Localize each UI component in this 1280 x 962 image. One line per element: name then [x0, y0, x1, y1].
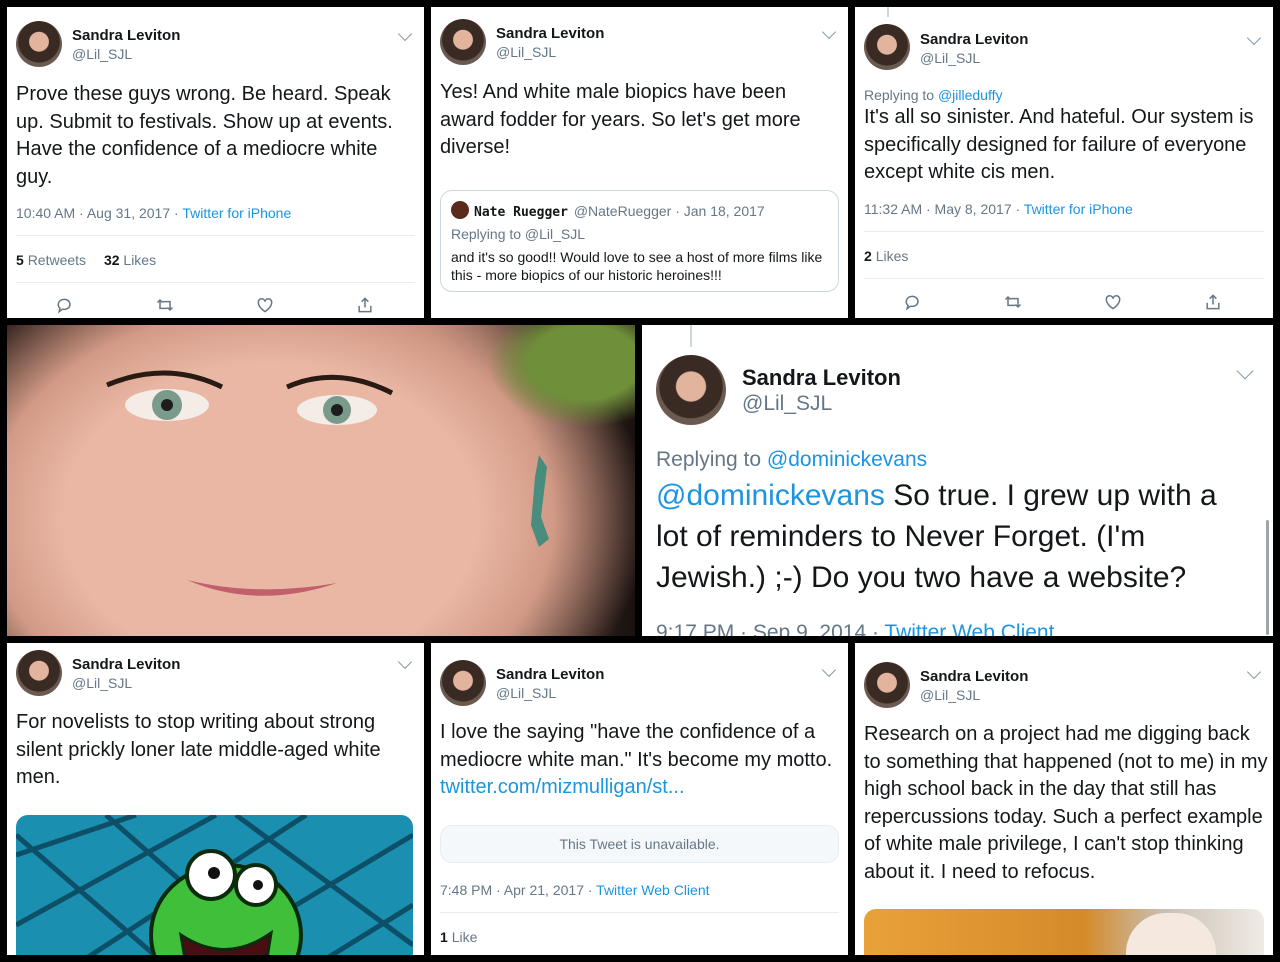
thread-line	[690, 325, 692, 347]
tweet-timestamp: 11:32 AM · May 8, 2017 · Twitter for iPh…	[864, 201, 1133, 217]
avatar[interactable]	[16, 21, 62, 67]
tweet-actions	[903, 292, 1223, 317]
author-handle[interactable]: @Lil_SJL	[742, 392, 832, 416]
divider	[864, 231, 1264, 232]
share-icon[interactable]	[355, 295, 375, 318]
divider	[16, 235, 415, 236]
thread-line	[887, 7, 889, 17]
author-name[interactable]: Sandra Leviton	[72, 656, 180, 673]
tweet-source[interactable]: Twitter for iPhone	[182, 205, 291, 221]
tweet-timestamp: 10:40 AM · Aug 31, 2017 · Twitter for iP…	[16, 205, 291, 221]
tweet-stats: 5 Retweets 32 Likes	[16, 252, 156, 268]
retweet-icon[interactable]	[155, 295, 175, 318]
retweets-count[interactable]: 5 Retweets	[16, 252, 86, 268]
divider	[440, 912, 839, 913]
share-icon[interactable]	[1203, 292, 1223, 317]
avatar[interactable]	[864, 662, 910, 708]
chevron-down-icon[interactable]	[1246, 664, 1262, 680]
divider	[864, 278, 1264, 279]
tweet-card-5: Sandra Leviton @Lil_SJL For novelists to…	[7, 643, 424, 955]
chevron-down-icon[interactable]	[1236, 362, 1254, 380]
unavailable-quote: This Tweet is unavailable.	[440, 825, 839, 863]
chevron-down-icon[interactable]	[397, 26, 413, 42]
tweet-time[interactable]: 9:17 PM · Sep 9, 2014 ·	[656, 621, 884, 636]
tweet-card-4: Sandra Leviton @Lil_SJL Replying to @dom…	[642, 325, 1273, 636]
mention-link[interactable]: @dominickevans	[656, 479, 885, 512]
avatar	[451, 201, 469, 219]
tweet-source[interactable]: Twitter Web Client	[884, 621, 1054, 636]
tweet-card-7: Sandra Leviton @Lil_SJL Research on a pr…	[855, 643, 1273, 955]
author-name[interactable]: Sandra Leviton	[920, 31, 1028, 48]
avatar[interactable]	[864, 24, 910, 70]
author-handle[interactable]: @Lil_SJL	[920, 50, 980, 66]
author-name[interactable]: Sandra Leviton	[920, 668, 1028, 685]
author-handle[interactable]: @Lil_SJL	[72, 46, 132, 62]
avatar[interactable]	[440, 19, 486, 65]
author-name[interactable]: Sandra Leviton	[72, 27, 180, 44]
cartoon-image	[16, 815, 413, 955]
chevron-down-icon[interactable]	[397, 654, 413, 670]
quoted-author-name: Nate Ruegger	[474, 205, 568, 220]
author-handle[interactable]: @Lil_SJL	[920, 687, 980, 703]
tweet-text: For novelists to stop writing about stro…	[16, 711, 381, 789]
reply-mention-link[interactable]: @jilleduffy	[938, 87, 1003, 103]
portrait-photo	[7, 325, 635, 636]
tweet-media[interactable]	[864, 909, 1264, 955]
tweet-timestamp: 7:48 PM · Apr 21, 2017 · Twitter Web Cli…	[440, 882, 710, 898]
tweet-card-6: Sandra Leviton @Lil_SJL I love the sayin…	[431, 643, 848, 955]
reply-icon[interactable]	[55, 295, 75, 318]
replying-to: Replying to @jilleduffy	[864, 87, 1003, 103]
tweet-stats: 1 Like	[440, 929, 477, 945]
chevron-down-icon[interactable]	[821, 24, 837, 40]
chevron-down-icon[interactable]	[821, 662, 837, 678]
replying-to: Replying to @dominickevans	[656, 448, 928, 471]
likes-count[interactable]: 2 Likes	[864, 248, 908, 264]
reply-icon[interactable]	[903, 292, 923, 317]
tweet-text: I love the saying "have the confidence o…	[440, 721, 833, 799]
avatar[interactable]	[16, 650, 62, 696]
tweet-text: Prove these guys wrong. Be heard. Speak …	[16, 83, 393, 188]
author-handle[interactable]: @Lil_SJL	[496, 44, 556, 60]
quoted-text: and it's so good!! Would love to see a h…	[451, 249, 823, 284]
retweet-icon[interactable]	[1003, 292, 1023, 317]
like-icon[interactable]	[255, 295, 275, 318]
tweet-text: It's all so sinister. And hateful. Our s…	[864, 106, 1254, 184]
tweet-timestamp: 9:17 PM · Sep 9, 2014 · Twitter Web Clie…	[656, 621, 1054, 636]
author-handle[interactable]: @Lil_SJL	[72, 675, 132, 691]
tweet-text: @dominickevans So true. I grew up with a…	[656, 479, 1217, 595]
quoted-header: Nate Ruegger @NateRuegger · Jan 18, 2017	[474, 203, 765, 220]
quoted-tweet[interactable]: Nate Ruegger @NateRuegger · Jan 18, 2017…	[440, 190, 839, 292]
tweet-stats: 2 Likes	[864, 248, 908, 264]
author-handle[interactable]: @Lil_SJL	[496, 685, 556, 701]
tweet-actions	[55, 295, 375, 318]
scrollbar[interactable]	[1266, 520, 1269, 635]
avatar[interactable]	[656, 355, 726, 425]
tweet-source[interactable]: Twitter Web Client	[596, 882, 709, 898]
chevron-down-icon[interactable]	[1246, 30, 1262, 46]
tweet-time[interactable]: 11:32 AM · May 8, 2017 ·	[864, 201, 1024, 217]
tweet-text: Yes! And white male biopics have been aw…	[440, 81, 801, 159]
likes-count[interactable]: 32 Likes	[104, 252, 156, 268]
tweet-card-2: Sandra Leviton @Lil_SJL Yes! And white m…	[431, 7, 848, 318]
avatar[interactable]	[440, 660, 486, 706]
author-name[interactable]: Sandra Leviton	[496, 25, 604, 42]
portrait-illustration	[106, 370, 549, 596]
tweet-text: Research on a project had me digging bac…	[864, 723, 1268, 883]
tweet-link[interactable]: twitter.com/mizmulligan/st...	[440, 776, 685, 798]
author-name[interactable]: Sandra Leviton	[742, 365, 901, 391]
tweet-media[interactable]	[16, 815, 413, 955]
quoted-handle-date: @NateRuegger · Jan 18, 2017	[573, 203, 765, 219]
tweet-card-3: Sandra Leviton @Lil_SJL Replying to @jil…	[855, 7, 1273, 318]
quoted-replying: Replying to @Lil_SJL	[451, 226, 586, 242]
reply-mention-link[interactable]: @dominickevans	[767, 448, 927, 471]
divider	[16, 282, 415, 283]
tweet-time[interactable]: 10:40 AM · Aug 31, 2017 ·	[16, 205, 182, 221]
media-thumbnail	[1126, 913, 1216, 955]
tweet-time[interactable]: 7:48 PM · Apr 21, 2017 ·	[440, 882, 596, 898]
likes-count[interactable]: 1 Like	[440, 929, 477, 945]
tweet-source[interactable]: Twitter for iPhone	[1024, 201, 1133, 217]
tweet-card-1: Sandra Leviton @Lil_SJL Prove these guys…	[7, 7, 424, 318]
like-icon[interactable]	[1103, 292, 1123, 317]
author-name[interactable]: Sandra Leviton	[496, 666, 604, 683]
